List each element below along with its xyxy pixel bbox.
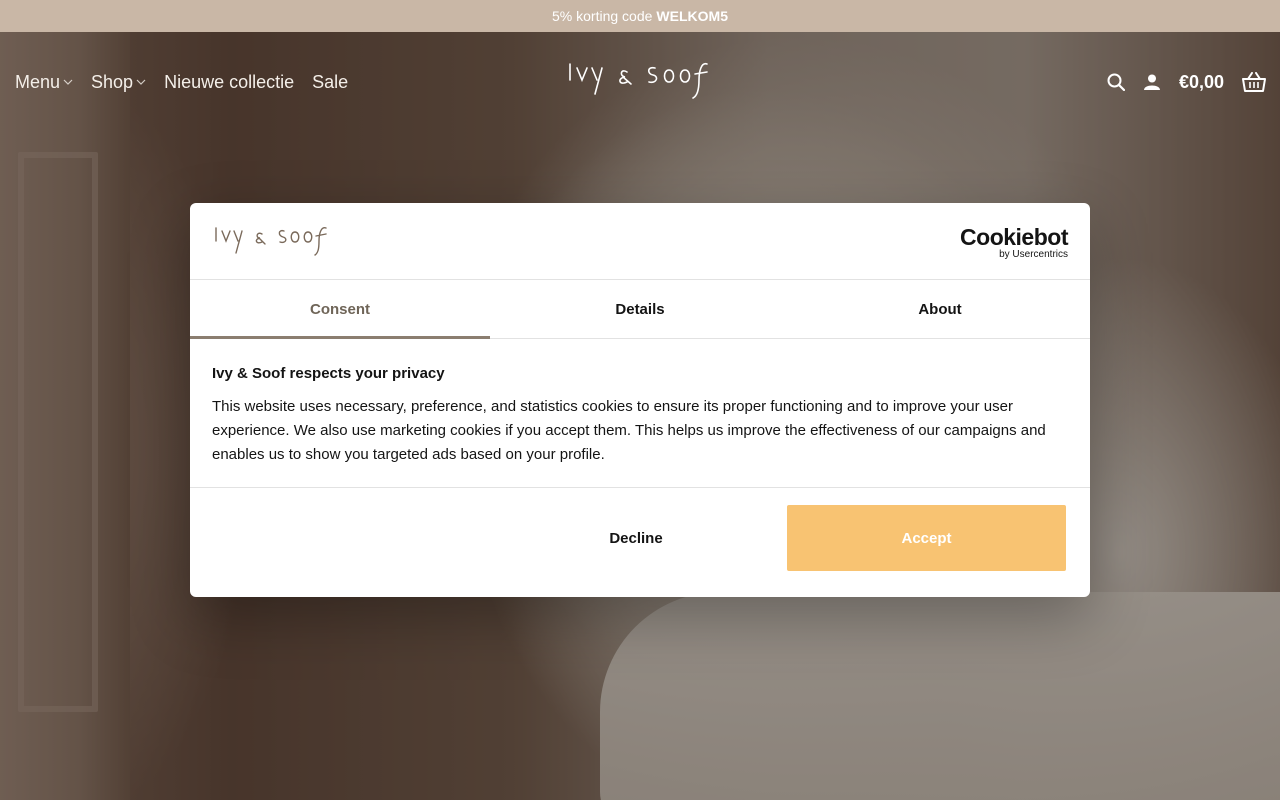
provider-by: by Usercentrics	[999, 249, 1068, 260]
cookiebot-logo[interactable]: Cookiebot by Usercentrics	[960, 225, 1068, 261]
dialog-title: Ivy & Soof respects your privacy	[212, 365, 445, 382]
nav-item-shop[interactable]: Shop	[91, 72, 146, 93]
promo-bar: 5% korting code WELKOM5	[0, 0, 1280, 32]
site-logo[interactable]	[565, 58, 715, 102]
nav-item-new-collection[interactable]: Nieuwe collectie	[164, 72, 294, 93]
decline-button[interactable]: Decline	[492, 505, 780, 571]
dialog-footer: Decline Accept	[190, 488, 1090, 596]
promo-text: 5% korting code	[552, 8, 653, 24]
nav-item-label: Shop	[91, 71, 134, 92]
tab-details[interactable]: Details	[490, 280, 790, 338]
header-actions: €0,00	[1107, 32, 1266, 132]
main-nav: Menu Shop Nieuwe collectie Sale	[0, 72, 348, 93]
dialog-body: Ivy & Soof respects your privacy This we…	[190, 339, 1090, 488]
tab-consent[interactable]: Consent	[190, 280, 490, 339]
chevron-down-icon	[63, 76, 73, 88]
site-header: Menu Shop Nieuwe collectie Sale €0,00	[0, 32, 1280, 132]
nav-item-label: Sale	[312, 71, 349, 92]
search-icon[interactable]	[1107, 73, 1125, 91]
promo-code: WELKOM5	[656, 8, 728, 24]
tab-about[interactable]: About	[790, 280, 1090, 338]
dialog-header: Cookiebot by Usercentrics	[190, 203, 1090, 280]
cart-total[interactable]: €0,00	[1179, 72, 1224, 93]
account-icon[interactable]	[1143, 73, 1161, 91]
cookie-consent-dialog: Cookiebot by Usercentrics Consent Detail…	[190, 203, 1090, 597]
nav-item-label: Nieuwe collectie	[164, 71, 295, 92]
brand-logo	[212, 223, 332, 259]
nav-item-menu[interactable]: Menu	[15, 72, 73, 93]
accept-button[interactable]: Accept	[787, 505, 1066, 571]
basket-icon[interactable]	[1242, 72, 1266, 92]
dialog-text: This website uses necessary, preference,…	[212, 398, 1046, 463]
dialog-tabs: Consent Details About	[190, 280, 1090, 339]
chevron-down-icon	[136, 76, 146, 88]
nav-item-label: Menu	[15, 71, 61, 92]
nav-item-sale[interactable]: Sale	[312, 72, 348, 93]
provider-name: Cookiebot	[960, 224, 1068, 250]
